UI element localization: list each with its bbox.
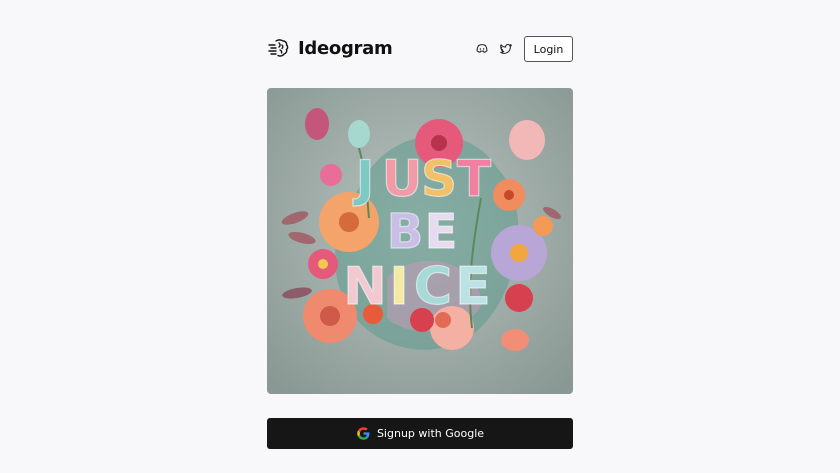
signup-google-button[interactable]: Signup with Google bbox=[267, 418, 573, 449]
svg-text:N: N bbox=[343, 257, 387, 317]
svg-text:S: S bbox=[421, 150, 457, 208]
svg-text:B: B bbox=[387, 204, 424, 260]
svg-text:E: E bbox=[425, 204, 458, 260]
hero-artwork: J U S T B E N I C E bbox=[267, 88, 573, 394]
svg-text:T: T bbox=[457, 150, 491, 208]
signup-google-label: Signup with Google bbox=[376, 427, 485, 440]
twitter-icon[interactable] bbox=[499, 42, 513, 56]
brand-logo[interactable]: Ideogram bbox=[267, 37, 393, 61]
svg-text:J: J bbox=[353, 150, 375, 208]
hero-artwork-image: J U S T B E N I C E bbox=[267, 88, 573, 394]
discord-icon[interactable] bbox=[475, 42, 489, 56]
svg-text:U: U bbox=[382, 150, 423, 208]
header: Ideogram Login bbox=[267, 36, 573, 62]
svg-text:C: C bbox=[414, 257, 452, 317]
svg-text:I: I bbox=[389, 257, 408, 317]
brand-name: Ideogram bbox=[298, 38, 393, 59]
google-icon bbox=[357, 427, 370, 440]
login-button[interactable]: Login bbox=[524, 36, 573, 62]
ideogram-brain-icon bbox=[268, 39, 289, 57]
svg-text:E: E bbox=[455, 257, 491, 317]
